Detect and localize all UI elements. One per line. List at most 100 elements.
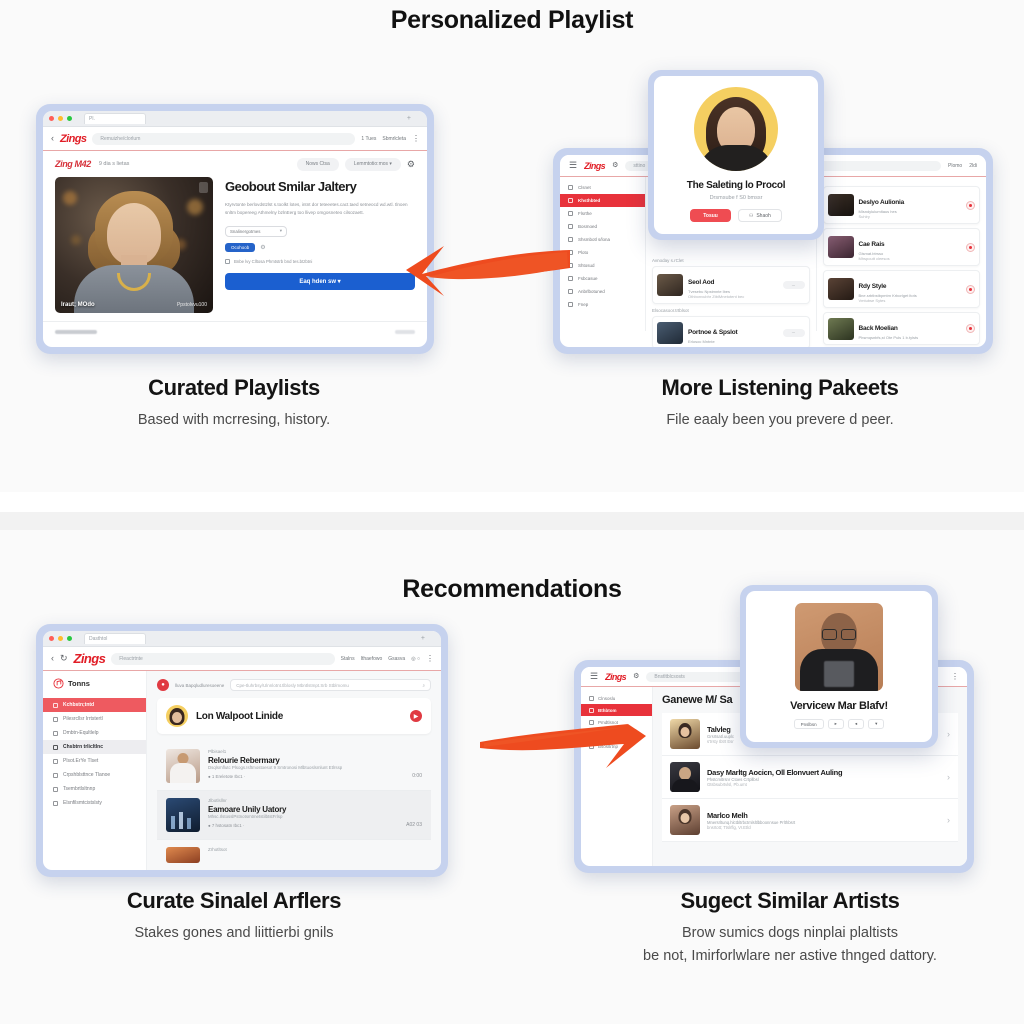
sidebar-item-2[interactable]: Dmbtn-Equltlelp xyxy=(43,726,146,740)
profile-button-more[interactable]: ▾ xyxy=(868,719,885,729)
thumbnail xyxy=(670,805,700,835)
record-icon[interactable]: ● xyxy=(157,679,169,691)
header-button-1[interactable]: Nows Ctsa xyxy=(296,157,339,171)
close-dot-icon[interactable] xyxy=(49,636,54,641)
navlink-2[interactable]: 2ldi xyxy=(969,163,977,169)
list-item-title: Rdy Style xyxy=(858,283,887,290)
sidebar-item-6[interactable]: Tsembrtlsltnnp xyxy=(43,782,146,796)
navlink-2[interactable]: Ithaefowo xyxy=(361,656,383,662)
search-input[interactable]: Cpe-tluhrbsy/Ulnnlotnt.tlblosly Mbntlstm… xyxy=(230,679,431,691)
list-item-play-button[interactable] xyxy=(966,242,975,252)
list-item-title: Cae Rais xyxy=(858,241,885,248)
track-row[interactable]: Plbisael1 Relourie Rebermary Dsqlsmflutc… xyxy=(157,742,431,791)
minimize-dot-icon[interactable] xyxy=(58,116,63,121)
primary-cta-button[interactable]: Eaq hden sw ▾ xyxy=(225,272,415,290)
navlink-1[interactable]: Stalns xyxy=(341,656,355,662)
sidebar-item-5[interactable]: Crpshblsttnce Tlanoe xyxy=(43,768,146,782)
new-tab-icon[interactable]: + xyxy=(407,115,421,122)
gear-icon[interactable]: ⚙ xyxy=(612,162,618,169)
info-gear-icon[interactable]: ⚙ xyxy=(260,244,265,251)
sidebar-item-0[interactable]: Clsnet xyxy=(560,181,645,194)
sidebar-item-4[interactable]: Shsmbotl s/lona xyxy=(560,233,645,246)
sidebar-item-4[interactable]: Plsot.ErYe Tlset xyxy=(43,754,146,768)
gear-icon[interactable]: ⚙ xyxy=(633,673,639,680)
profile-button-play[interactable]: ▸ xyxy=(827,719,844,729)
caption-curated-playlists: Curated Playlists Based with mcrresing, … xyxy=(34,375,434,431)
chevron-right-icon[interactable]: › xyxy=(947,729,950,739)
browser-tab[interactable]: Dasthtol xyxy=(84,633,146,644)
brand-logo[interactable]: Zings xyxy=(584,161,606,171)
list-item-play-button[interactable] xyxy=(966,200,975,210)
sidebar-item-7[interactable]: Elsnfilsmtcistslsty xyxy=(43,796,146,810)
sidebar-item-9[interactable]: Fnep xyxy=(560,298,645,311)
list-item[interactable]: Rdy Style Bne.srbtbstbpmtm Krborlget lto… xyxy=(822,270,980,308)
brand-logo[interactable]: Zings xyxy=(74,651,106,666)
menu-icon[interactable]: ☰ xyxy=(590,672,598,681)
track-row[interactable]: Zrhotltsot xyxy=(157,840,431,870)
back-arrow-icon[interactable]: ‹ xyxy=(51,654,54,663)
list-item-action[interactable]: ··· xyxy=(782,281,805,289)
checkbox-icon[interactable] xyxy=(225,258,230,264)
bullet-icon xyxy=(568,198,573,203)
back-arrow-icon[interactable]: ‹ xyxy=(51,134,54,143)
profile-button-follow[interactable]: Pnslbsn xyxy=(793,719,824,729)
brand-logo[interactable]: Zings xyxy=(605,672,627,682)
sidebar-item-0[interactable]: Clnsoslu xyxy=(581,692,652,704)
overflow-menu-icon[interactable]: ⋮ xyxy=(951,672,959,681)
app-logo[interactable]: Tonns xyxy=(43,678,146,698)
track-row[interactable]: Jlbotlsllnr Eamoare Unily Uatory Mhsc.rl… xyxy=(157,791,431,840)
refresh-arrow-icon[interactable]: ↻ xyxy=(60,654,68,663)
list-item-action[interactable]: ··· xyxy=(782,328,805,337)
address-bar[interactable]: Remuizhe/clorlum xyxy=(92,132,356,145)
search-icon[interactable]: ⌕ xyxy=(422,683,425,688)
navlink-1[interactable]: Plomo xyxy=(948,163,962,169)
minimize-dot-icon[interactable] xyxy=(58,636,63,641)
list-item[interactable]: Back Moelian Phsmqsnbfs,st Ote Puls 1 b.… xyxy=(822,312,980,345)
sidebar-item-3[interactable]: Bosmoed xyxy=(560,220,645,233)
bullet-icon xyxy=(53,716,58,722)
sidebar-item-1[interactable]: Pilesrcllsr Irrtstertl xyxy=(43,712,146,726)
artist-row[interactable]: Marlco Melh Mnersrltunq.hlctbltrbctmlslt… xyxy=(662,799,958,842)
close-dot-icon[interactable] xyxy=(49,116,54,121)
nav-badge-icon[interactable]: ◎ ○ xyxy=(411,656,420,662)
chevron-right-icon[interactable]: › xyxy=(947,772,950,782)
list-item-play-button[interactable] xyxy=(966,324,975,333)
profile-secondary-button[interactable]: ⚇ Shaoh xyxy=(737,209,782,222)
navlink-3[interactable]: Gsasva xyxy=(388,656,405,662)
chevron-right-icon[interactable]: › xyxy=(947,815,950,825)
brand-logo[interactable]: Zings xyxy=(60,133,87,145)
hero-play-button[interactable]: ▶ xyxy=(410,710,422,722)
overflow-menu-icon[interactable]: ⋮ xyxy=(412,134,420,143)
maximize-dot-icon[interactable] xyxy=(67,636,72,641)
list-item[interactable]: Seol Aod Tvesebu Npstmnte lbes Othbonvub… xyxy=(652,266,810,304)
sidebar-item-7[interactable]: Fsbcasue xyxy=(560,272,645,285)
sidebar-item-0[interactable]: Kchbstn;tntd xyxy=(43,698,146,712)
gear-icon[interactable]: ⚙ xyxy=(407,159,415,169)
list-item[interactable]: Portnoe & Spslot Erlosoc Mntnte ··· xyxy=(652,316,810,347)
list-item[interactable]: Cae Rais Glsmat.btrsso Mhspoutt cleesos xyxy=(822,228,980,266)
hero-card[interactable]: Lon Walpoot Linide ▶ xyxy=(157,698,431,734)
bullet-icon xyxy=(53,702,58,708)
maximize-dot-icon[interactable] xyxy=(67,116,72,121)
sidebar-item-6[interactable]: Shtosud xyxy=(560,259,645,272)
filter-dropdown[interactable]: Snalinergotmes ▾ xyxy=(225,225,287,237)
address-bar[interactable]: Fleactrtnte xyxy=(111,652,335,665)
menu-icon[interactable]: ☰ xyxy=(569,161,577,170)
sidebar-item-1[interactable]: Khsthbted xyxy=(560,194,645,207)
navlink-2[interactable]: Sbmrlcleta xyxy=(382,136,406,142)
sidebar-item-3[interactable]: Chsbtrn trlicltlnc xyxy=(43,740,146,754)
profile-primary-button[interactable]: Tosuu xyxy=(690,209,731,222)
search-prefix-label: lluva Bapqludluresoeene xyxy=(175,682,225,688)
sidebar-item-5[interactable]: Ploto xyxy=(560,246,645,259)
sidebar-item-2[interactable]: Flsrthe xyxy=(560,207,645,220)
artist-row[interactable]: Dasy Marltg Aocicn, Oll Elonvuert Auling… xyxy=(662,756,958,799)
navlink-1[interactable]: 1 Tues xyxy=(361,136,376,142)
overflow-menu-icon[interactable]: ⋮ xyxy=(426,654,434,663)
list-item-play-button[interactable] xyxy=(966,284,975,294)
sidebar-item-8[interactable]: Anbrlbotuned xyxy=(560,285,645,298)
header-button-2[interactable]: Lemmtotio:mos ▾ xyxy=(344,157,401,171)
profile-button-prev[interactable]: ◂ xyxy=(847,719,865,729)
list-item[interactable]: Deslyo Aulionia Mlsndylulumltaus hes Suh… xyxy=(822,186,980,224)
new-tab-icon[interactable]: + xyxy=(421,635,435,642)
browser-tab[interactable]: Pl. xyxy=(84,113,146,124)
